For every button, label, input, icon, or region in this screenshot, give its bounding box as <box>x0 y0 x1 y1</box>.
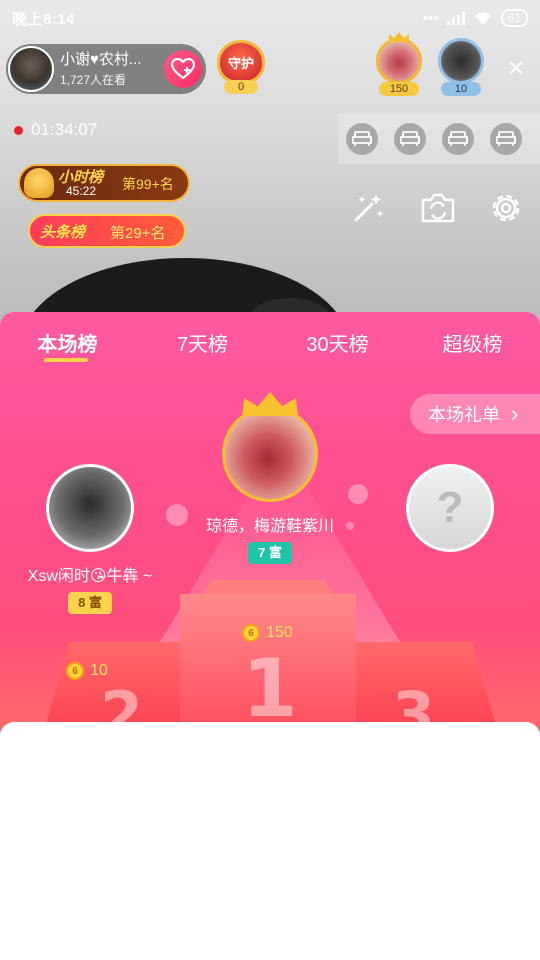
battery-icon: 61 <box>500 9 528 27</box>
headline-rank-badge[interactable]: 头条榜 第29+名 <box>28 214 186 248</box>
avatar[interactable] <box>46 464 134 552</box>
guard-count: 0 <box>224 80 258 94</box>
empty-avatar-placeholder: ? <box>406 464 494 552</box>
fan-contribution: 150 <box>379 82 419 96</box>
tab-super[interactable]: 超级榜 <box>405 312 540 372</box>
leaderboard-panel: 本场榜 7天榜 30天榜 超级榜 本场礼单 › 1 2 3 琼德，梅游鞋紫川 7… <box>0 312 540 732</box>
score-value: 10 <box>90 662 108 679</box>
follow-button[interactable] <box>164 50 202 88</box>
podium-number-1: 1 <box>242 642 298 732</box>
host-avatar[interactable] <box>8 46 54 92</box>
rank-user-name: 琼德，梅游鞋紫川 <box>205 518 334 535</box>
sofa-icon[interactable] <box>394 123 426 155</box>
gear-icon <box>492 194 520 222</box>
wealth-level-badge: 8 富 <box>68 592 112 614</box>
rank-second[interactable]: Xsw闲时😘牛犇 ~ 8 富 <box>0 464 180 614</box>
gift-list-label: 本场礼单 <box>428 405 500 425</box>
hour-rank-badge[interactable]: 小时榜 45:22 第99+名 <box>18 164 190 202</box>
leaderboard-tabs: 本场榜 7天榜 30天榜 超级榜 <box>0 312 540 372</box>
coin-icon: 6 <box>66 662 84 680</box>
rank-user-name: Xsw闲时😘牛犇 ~ <box>27 568 153 585</box>
top-fan-1[interactable]: 150 <box>372 32 426 96</box>
status-time: 晚上8:14 <box>12 10 76 28</box>
rank-first[interactable]: 琼德，梅游鞋紫川 7 富 <box>170 392 370 564</box>
host-info: 小谢♥农村... 1,727人在看 <box>60 51 141 88</box>
signal-icon <box>446 11 465 25</box>
sofa-icon[interactable] <box>442 123 474 155</box>
beauty-button[interactable] <box>348 188 388 228</box>
coin-icon: 6 <box>242 624 260 642</box>
live-duration: 01:34:07 <box>31 120 98 139</box>
live-timer: 01:34:07 <box>14 120 97 140</box>
headline-rank-place: 第29+名 <box>110 225 166 242</box>
sofa-icon[interactable] <box>490 123 522 155</box>
guard-badge[interactable]: 守护 0 <box>214 40 268 96</box>
chevron-right-icon: › <box>511 401 519 426</box>
status-icons: ••• 61 <box>423 9 528 27</box>
rank-second-score: 6 10 <box>66 662 108 680</box>
fan-contribution: 10 <box>441 82 481 96</box>
sofa-icon[interactable] <box>346 123 378 155</box>
settings-button[interactable] <box>486 188 526 228</box>
close-button[interactable]: × <box>500 52 532 84</box>
hour-rank-place: 第99+名 <box>122 176 174 192</box>
rank-first-score: 6 150 <box>242 624 293 642</box>
score-value: 150 <box>266 624 293 641</box>
leaderboard-list-area <box>0 722 540 960</box>
viewer-count: 1,727人在看 <box>60 72 127 87</box>
wealth-level-badge: 7 富 <box>248 542 292 564</box>
tab-30-days[interactable]: 30天榜 <box>270 312 405 372</box>
host-info-pill[interactable]: 小谢♥农村... 1,727人在看 <box>6 44 206 94</box>
heart-plus-icon <box>171 58 195 80</box>
recording-dot-icon <box>14 125 23 135</box>
rank-third[interactable]: ? <box>404 464 496 552</box>
host-name: 小谢♥农村... <box>60 50 142 68</box>
tab-current-session[interactable]: 本场榜 <box>0 312 135 372</box>
trophy-icon <box>24 168 54 198</box>
hour-rank-timer: 45:22 <box>66 184 97 198</box>
guard-shield-icon: 守护 <box>217 40 265 84</box>
top-fan-2[interactable]: 10 <box>434 38 488 96</box>
active-tab-indicator <box>44 358 88 362</box>
switch-camera-button[interactable] <box>418 188 458 228</box>
crown-icon <box>242 392 298 416</box>
notification-dots: ••• <box>422 9 439 27</box>
status-bar: 晚上8:14 ••• 61 <box>0 0 540 36</box>
wifi-icon <box>474 12 491 25</box>
headline-rank-title: 头条榜 <box>40 224 86 241</box>
session-gift-list-button[interactable]: 本场礼单 › <box>410 394 540 434</box>
tab-7-days[interactable]: 7天榜 <box>135 312 270 372</box>
guest-seats <box>338 114 540 164</box>
camera-switch-icon <box>421 193 455 223</box>
avatar[interactable] <box>222 406 318 502</box>
magic-wand-icon <box>354 194 384 222</box>
fan-avatar <box>376 38 422 84</box>
fan-avatar <box>438 38 484 84</box>
